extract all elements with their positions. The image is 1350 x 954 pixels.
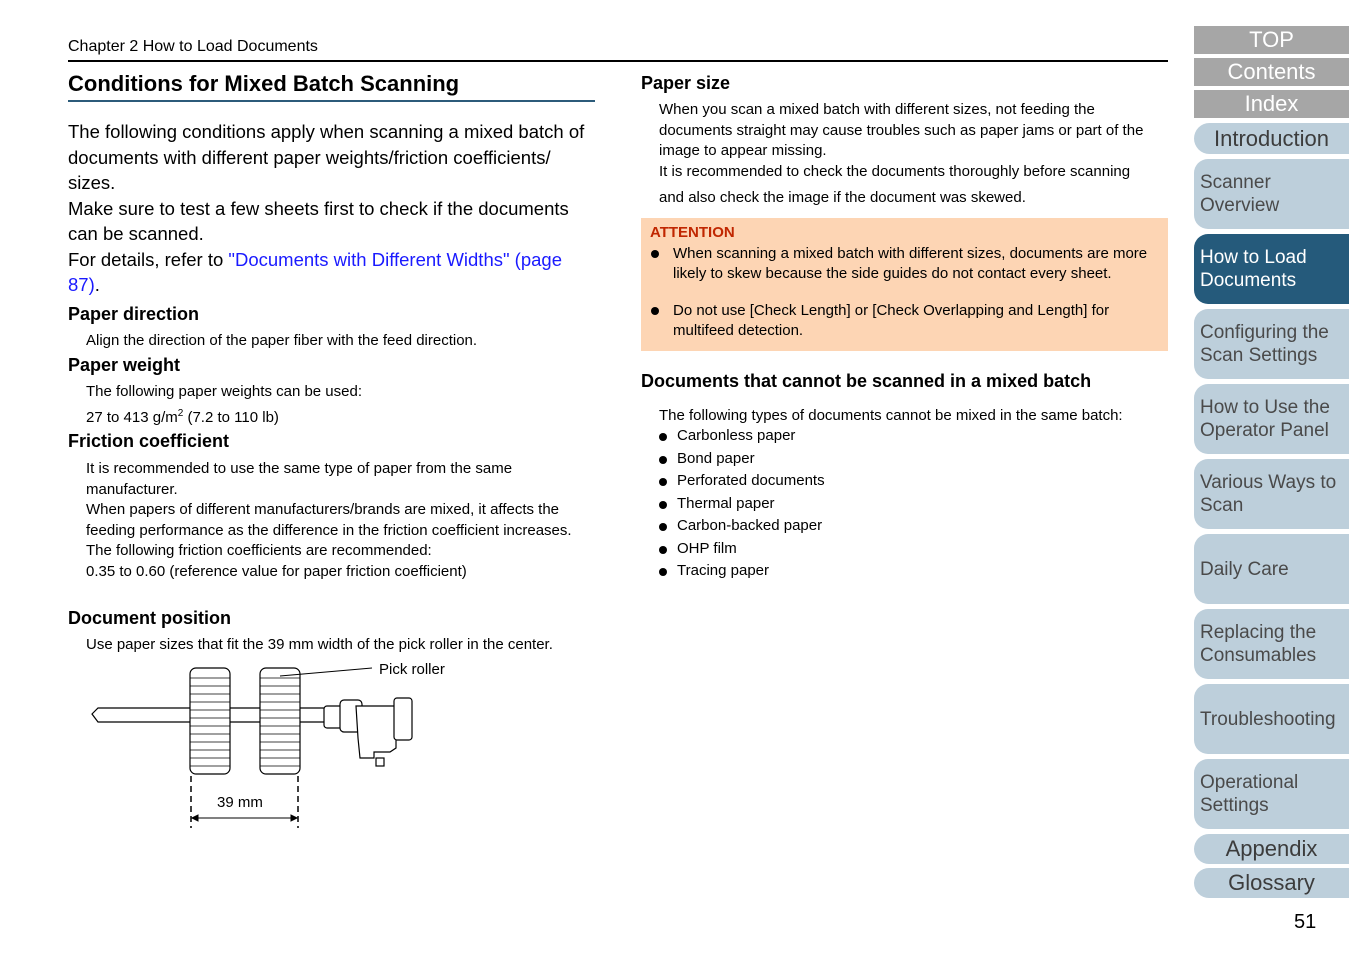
friction-paragraph-2: When papers of different manufacturers/b…	[86, 501, 572, 539]
cannot-mix-intro: The following types of documents cannot …	[659, 407, 1123, 424]
cannot-mix-heading: Documents that cannot be scanned in a mi…	[641, 371, 1092, 391]
friction-paragraph-4: 0.35 to 0.60 (reference value for paper …	[86, 562, 467, 580]
intro-reference-suffix: .	[94, 274, 100, 295]
nav-appendix[interactable]: Appendix	[1194, 834, 1349, 864]
intro-paragraph-3: For details, refer to "Documents with Di…	[68, 247, 598, 298]
page-title: Conditions for Mixed Batch Scanning	[68, 71, 460, 96]
intro-reference-prefix: For details, refer to	[68, 248, 229, 270]
list-item-text: Carbon-backed paper	[677, 517, 823, 534]
bullet-icon	[659, 433, 667, 441]
paper-size-recommendation-1: It is recommended to check the documents…	[659, 163, 1131, 180]
pick-roller-diagram	[91, 667, 413, 828]
dimension-arrow	[190, 814, 299, 822]
intro-text: The following conditions apply when scan…	[68, 119, 598, 298]
friction-paragraph-3: The following friction coefficients are …	[86, 542, 432, 560]
list-item: OHP film	[659, 540, 737, 562]
paper-size-text: When you scan a mixed batch with differe…	[659, 101, 1144, 160]
friction-paragraph-1: It is recommended to use the same type o…	[86, 460, 513, 498]
document-position-text: Use paper sizes that fit the 39 mm width…	[86, 636, 553, 653]
roller-hub	[323, 697, 413, 767]
intro-paragraph-2: Make sure to test a few sheets first to …	[68, 197, 569, 245]
paper-weight-range: 27 to 413 g/m2 (7.2 to 110 lb)	[86, 404, 279, 429]
attention-label: ATTENTION	[650, 224, 735, 241]
list-item: Tracing paper	[659, 562, 769, 584]
sidebar-item-daily-care[interactable]: Daily Care	[1194, 534, 1349, 604]
roller-width-label: 39 mm	[217, 794, 263, 811]
nav-contents-button[interactable]: Contents	[1194, 58, 1349, 86]
pick-roller-label: Pick roller	[379, 661, 445, 678]
sidebar-item-replacing-consumables[interactable]: Replacing the Consumables	[1194, 609, 1349, 679]
list-item: Carbon-backed paper	[659, 517, 822, 539]
intro-paragraph-1: The following conditions apply when scan…	[68, 121, 585, 193]
paper-size-heading: Paper size	[641, 73, 731, 93]
bullet-icon	[651, 250, 659, 258]
sidebar-item-various-ways-to-scan[interactable]: Various Ways to Scan	[1194, 459, 1349, 529]
list-item-text: Perforated documents	[677, 472, 825, 489]
bullet-icon	[659, 523, 667, 531]
friction-heading: Friction coefficient	[68, 431, 230, 451]
bullet-icon	[651, 307, 659, 315]
sidebar-item-operational-settings[interactable]: Operational Settings	[1194, 759, 1349, 829]
list-item-text: OHP film	[677, 540, 737, 557]
list-item: Thermal paper	[659, 495, 775, 517]
sidebar-item-operator-panel[interactable]: How to Use the Operator Panel	[1194, 384, 1349, 454]
attention-box: ATTENTION When scanning a mixed batch wi…	[641, 218, 1168, 351]
list-item-text: Thermal paper	[677, 495, 775, 512]
friction-text: It is recommended to use the same type o…	[86, 459, 596, 583]
bullet-icon	[659, 501, 667, 509]
bullet-icon	[659, 546, 667, 554]
paper-weight-text: The following paper weights can be used:	[86, 383, 363, 400]
bullet-icon	[659, 456, 667, 464]
attention-item: Do not use [Check Length] or [Check Over…	[651, 301, 1151, 340]
header-divider	[68, 60, 1168, 62]
paper-weight-imperial: (7.2 to 110 lb)	[183, 409, 279, 426]
bullet-icon	[659, 568, 667, 576]
chapter-breadcrumb: Chapter 2 How to Load Documents	[68, 38, 318, 55]
nav-introduction[interactable]: Introduction	[1194, 123, 1349, 154]
list-item: Perforated documents	[659, 472, 825, 494]
document-position-heading: Document position	[68, 608, 231, 628]
paper-weight-heading: Paper weight	[68, 355, 181, 375]
attention-item-text: When scanning a mixed batch with differe…	[673, 245, 1148, 282]
sidebar-item-scanner-overview[interactable]: Scanner Overview	[1194, 159, 1349, 229]
sidebar-item-troubleshooting[interactable]: Troubleshooting	[1194, 684, 1349, 754]
list-item-text: Bond paper	[677, 450, 755, 467]
list-item-text: Carbonless paper	[677, 427, 796, 444]
title-underline	[68, 100, 595, 102]
sidebar-item-configuring-scan-settings[interactable]: Configuring the Scan Settings	[1194, 309, 1349, 379]
list-item: Carbonless paper	[659, 427, 795, 449]
nav-glossary[interactable]: Glossary	[1194, 868, 1349, 898]
page-number: 51	[1294, 911, 1317, 933]
nav-index-button[interactable]: Index	[1194, 90, 1349, 118]
paper-weight-metric: 27 to 413 g/m	[86, 409, 178, 426]
paper-size-recommendation-2: and also check the image if the document…	[659, 189, 1026, 206]
list-item: Bond paper	[659, 450, 755, 472]
list-item-text: Tracing paper	[677, 562, 769, 579]
paper-direction-heading: Paper direction	[68, 304, 200, 324]
attention-item: When scanning a mixed batch with differe…	[651, 244, 1151, 283]
paper-direction-text: Align the direction of the paper fiber w…	[86, 332, 478, 349]
sidebar-item-how-to-load-documents[interactable]: How to Load Documents	[1194, 234, 1349, 304]
attention-item-text: Do not use [Check Length] or [Check Over…	[673, 302, 1110, 339]
nav-top-button[interactable]: TOP	[1194, 26, 1349, 54]
bullet-icon	[659, 478, 667, 486]
